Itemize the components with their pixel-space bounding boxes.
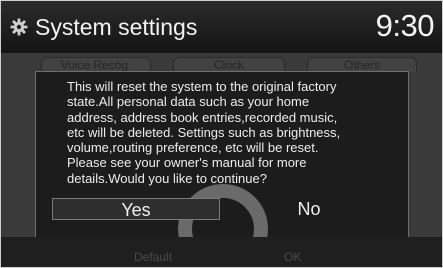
ok-button[interactable]: OK [284,249,301,265]
header-bar: System settings 9:30 [1,1,442,53]
dialog-message: This will reset the system to the origin… [67,79,341,186]
gear-icon [10,18,28,36]
tab-voice-recog[interactable]: Voice Recog. [41,57,151,72]
tab-clock[interactable]: Clock [173,57,285,72]
footer-bar: Default OK [1,237,442,267]
settings-tabs: Voice Recog. Clock Others [41,57,421,72]
no-button[interactable]: No [224,198,394,220]
default-button[interactable]: Default [134,249,172,265]
tab-others[interactable]: Others [307,57,417,72]
clock-display: 9:30 [375,8,435,43]
yes-button[interactable]: Yes [52,198,220,220]
page-title: System settings [35,14,198,40]
reset-confirmation-dialog: This will reset the system to the origin… [35,71,409,239]
system-settings-screen: System settings 9:30 Voice Recog. Clock … [0,0,443,268]
